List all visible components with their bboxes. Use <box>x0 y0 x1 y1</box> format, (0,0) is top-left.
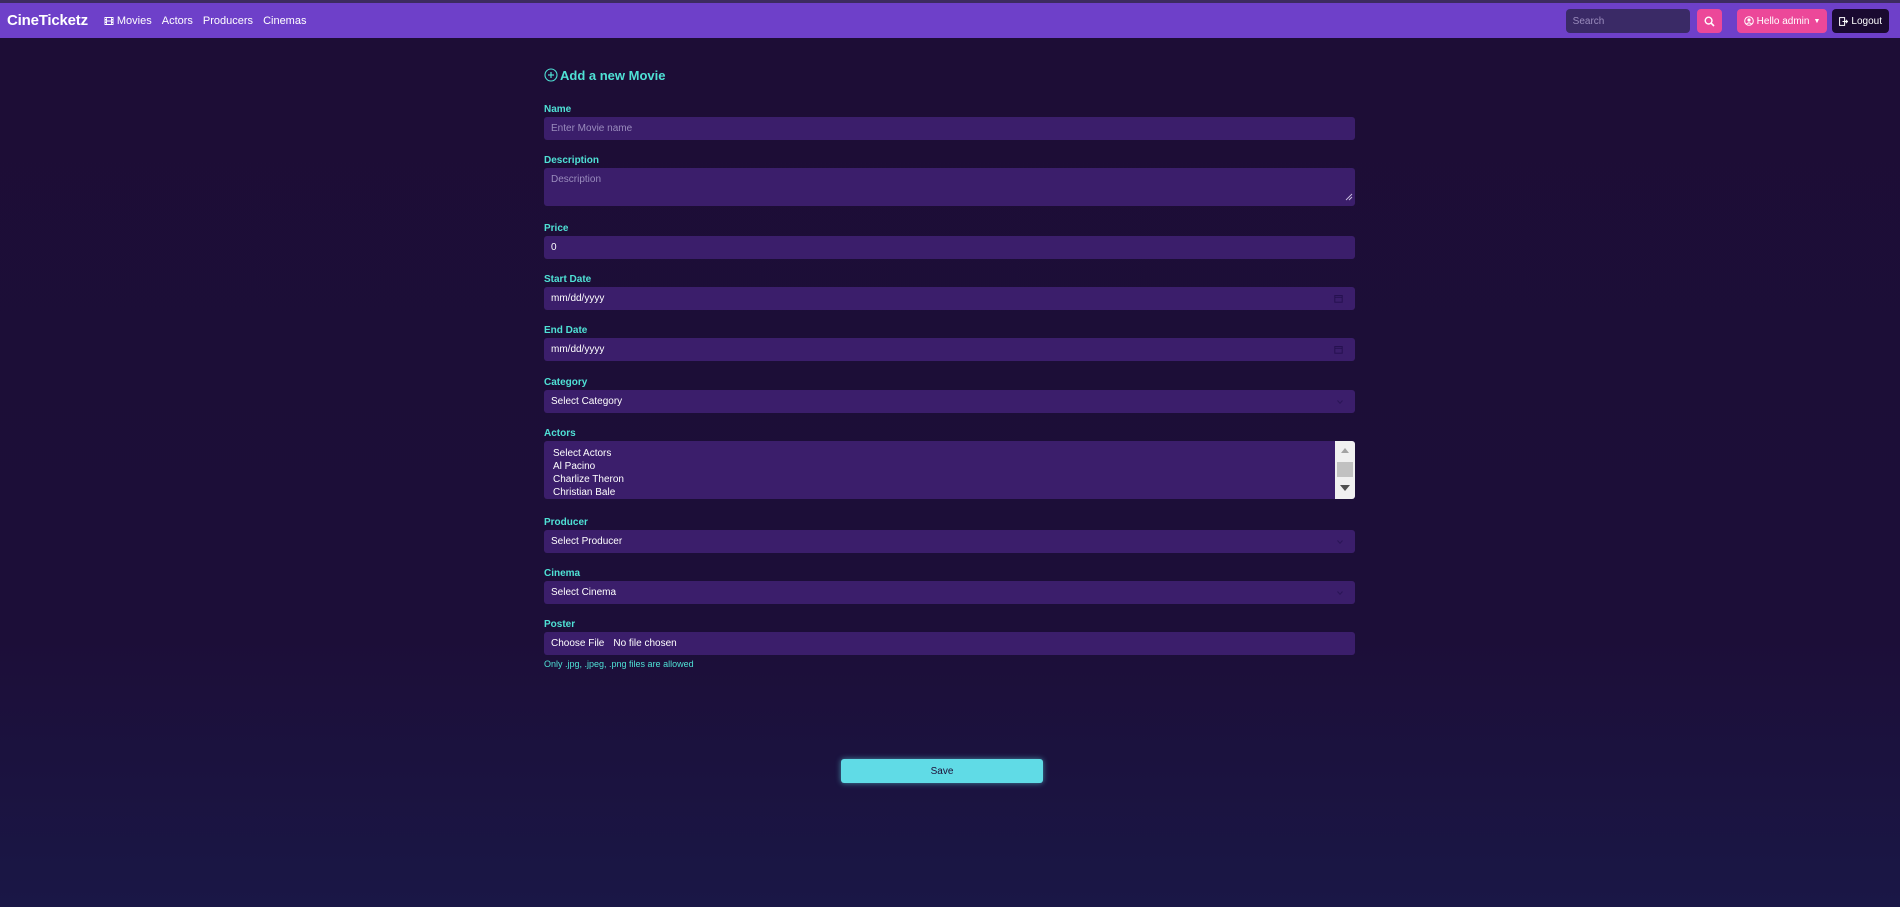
user-menu-button[interactable]: Hello admin ▼ <box>1736 9 1828 33</box>
actor-option[interactable]: Christian Bale <box>553 486 624 499</box>
start-date-input[interactable]: mm/dd/yyyy <box>544 287 1355 310</box>
category-select[interactable]: Select Category <box>544 390 1355 413</box>
description-placeholder: Description <box>551 174 602 185</box>
add-movie-form: Add a new Movie Name Enter Movie name De… <box>544 65 1355 671</box>
brand-logo[interactable]: CineTicketz <box>7 12 88 29</box>
user-circle-icon <box>1743 16 1754 26</box>
page-title: Add a new Movie <box>544 65 1355 85</box>
producer-selected: Select Producer <box>551 536 623 547</box>
logout-label: Logout <box>1851 15 1882 27</box>
actor-option[interactable]: Select Actors <box>553 447 624 460</box>
calendar-icon[interactable] <box>1334 345 1343 357</box>
scrollbar-thumb[interactable] <box>1337 462 1353 477</box>
search-icon <box>1704 15 1715 27</box>
film-icon <box>104 16 114 26</box>
actors-multiselect[interactable]: Select Actors Al Pacino Charlize Theron … <box>544 441 1355 499</box>
name-label: Name <box>544 104 572 115</box>
logout-icon <box>1839 16 1849 26</box>
category-label: Category <box>544 377 588 388</box>
actor-option[interactable]: Charlize Theron <box>553 473 624 486</box>
cinema-selected: Select Cinema <box>551 587 617 598</box>
start-date-value: mm/dd/yyyy <box>551 293 605 304</box>
nav-links: Movies Actors Producers Cinemas <box>104 15 317 27</box>
start-date-label: Start Date <box>544 274 592 285</box>
nav-link-movies[interactable]: Movies <box>104 15 152 27</box>
description-label: Description <box>544 155 600 166</box>
cinema-select[interactable]: Select Cinema <box>544 581 1355 604</box>
scroll-down-arrow-icon[interactable] <box>1340 485 1350 491</box>
scroll-up-arrow-icon[interactable] <box>1341 448 1349 453</box>
plus-circle-icon <box>544 68 558 82</box>
search-input[interactable] <box>1565 9 1690 33</box>
end-date-label: End Date <box>544 325 588 336</box>
producer-select[interactable]: Select Producer <box>544 530 1355 553</box>
poster-label: Poster <box>544 619 576 630</box>
file-name: No file chosen <box>613 638 677 649</box>
producer-label: Producer <box>544 517 588 528</box>
choose-file-button[interactable]: Choose File <box>544 632 611 655</box>
save-button[interactable]: Save <box>841 759 1043 783</box>
price-value: 0 <box>551 242 557 253</box>
chevron-down-icon <box>1337 591 1343 595</box>
nav-link-movies-label: Movies <box>116 14 152 27</box>
end-date-value: mm/dd/yyyy <box>551 344 605 355</box>
description-textarea[interactable]: Description <box>544 168 1355 206</box>
nav-link-cinemas[interactable]: Cinemas <box>263 15 306 27</box>
poster-help-text: Only .jpg, .jpeg, .png files are allowed <box>544 659 694 669</box>
chevron-down-icon: ▼ <box>1813 17 1821 25</box>
poster-file-input[interactable]: Choose File No file chosen <box>544 632 1355 655</box>
actors-label: Actors <box>544 428 576 439</box>
end-date-input[interactable]: mm/dd/yyyy <box>544 338 1355 361</box>
chevron-down-icon <box>1337 400 1343 404</box>
cinema-label: Cinema <box>544 568 581 579</box>
category-selected: Select Category <box>551 396 623 407</box>
page-title-text: Add a new Movie <box>560 67 666 83</box>
price-input[interactable]: 0 <box>544 236 1355 259</box>
price-label: Price <box>544 223 569 234</box>
search-button[interactable] <box>1696 9 1722 33</box>
actors-options: Select Actors Al Pacino Charlize Theron … <box>553 447 624 499</box>
user-greeting: Hello admin <box>1756 15 1810 27</box>
name-input[interactable]: Enter Movie name <box>544 117 1355 140</box>
navbar-right: Hello admin ▼ Logout <box>1565 9 1889 33</box>
actors-scrollbar[interactable] <box>1335 441 1355 499</box>
actor-option[interactable]: Al Pacino <box>553 460 624 473</box>
chevron-down-icon <box>1337 540 1343 544</box>
nav-link-producers[interactable]: Producers <box>203 15 253 27</box>
logout-button[interactable]: Logout <box>1832 9 1889 33</box>
resize-handle-icon[interactable] <box>1345 193 1353 204</box>
name-placeholder: Enter Movie name <box>551 123 633 134</box>
nav-link-actors[interactable]: Actors <box>162 15 193 27</box>
calendar-icon[interactable] <box>1334 294 1343 306</box>
navbar: CineTicketz Movies Actors Producers Cine… <box>0 3 1900 38</box>
